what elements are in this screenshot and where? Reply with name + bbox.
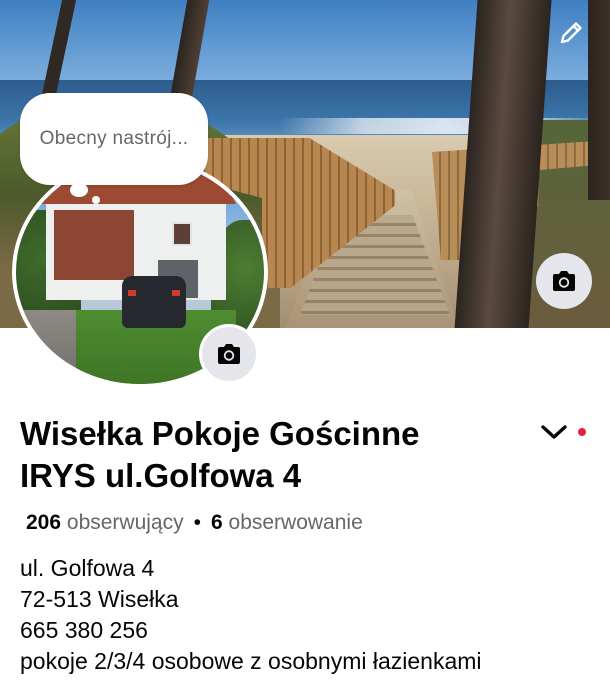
bio-line: 665 380 256 [20, 617, 148, 643]
chevron-down-icon [541, 425, 567, 439]
following-count: 6 [210, 511, 223, 534]
camera-icon [218, 344, 240, 364]
bio-line: 72-513 Wisełka [20, 586, 179, 612]
avatar-porch [54, 210, 134, 280]
profile-camera-button[interactable] [199, 324, 259, 384]
page-bio: ul. Golfowa 4 72-513 Wisełka 665 380 256… [20, 553, 482, 677]
following-label: obserwowanie [228, 511, 363, 534]
mood-bubble[interactable]: Obecny nastrój... [20, 93, 208, 185]
bubble-tail [92, 196, 100, 204]
pine-trunk [588, 0, 610, 200]
notification-dot [578, 428, 586, 436]
following-link[interactable]: 6 obserwowanie [211, 511, 363, 534]
separator: • [193, 511, 201, 534]
avatar-window [172, 222, 192, 246]
profile-switch-dropdown[interactable] [540, 420, 568, 444]
followers-link[interactable]: 206 obserwujący [26, 511, 184, 534]
mood-placeholder: Obecny nastrój... [39, 128, 189, 149]
camera-icon [553, 271, 575, 291]
pencil-icon[interactable] [556, 18, 586, 48]
cover-camera-button[interactable] [536, 253, 592, 309]
followers-count: 206 [26, 511, 62, 534]
bio-line: ul. Golfowa 4 [20, 555, 155, 581]
avatar-car [122, 276, 186, 328]
page-title: Wisełka Pokoje Gościnne IRYS ul.Golfowa … [20, 415, 420, 494]
bubble-tail [70, 183, 88, 197]
bio-line: pokoje 2/3/4 osobowe z osobnymi łazienka… [20, 648, 482, 674]
followers-label: obserwujący [66, 511, 184, 534]
follow-stats: 206 obserwujący • 6 obserwowanie [26, 511, 363, 535]
